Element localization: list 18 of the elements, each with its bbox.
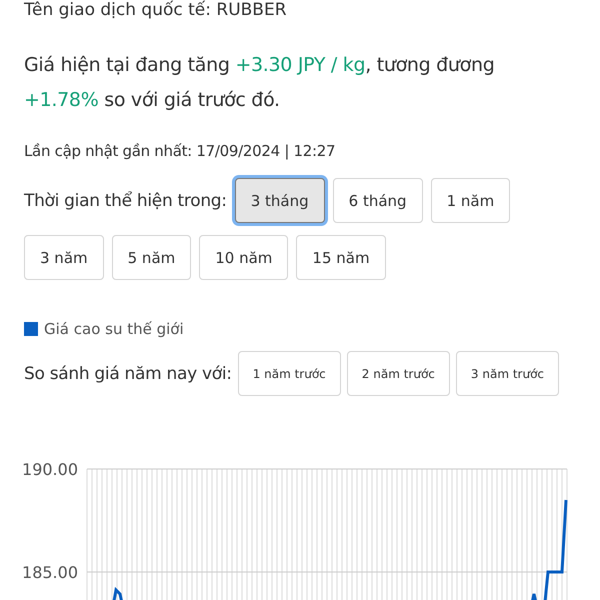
period-button[interactable]: 3 tháng (234, 178, 325, 223)
legend-label: Giá cao su thế giới (44, 320, 184, 338)
compare-button[interactable]: 3 năm trước (456, 351, 560, 396)
compare-button[interactable]: 1 năm trước (238, 351, 341, 396)
period-button[interactable]: 15 năm (296, 235, 386, 280)
price-change-text: Giá hiện tại đang tăng +3.30 JPY / kg, tương đương +1.78% so với giá trước đó. (24, 53, 496, 113)
period-label: Thời gian thể hiện trong: (24, 190, 227, 210)
y-axis-label: 185.00 (22, 563, 78, 582)
period-button[interactable]: 1 năm (430, 178, 510, 223)
compare-label: So sánh giá năm nay với: (24, 364, 232, 384)
last-update-text: Lần cập nhật gần nhất: 17/09/2024 | 12:27 (24, 142, 336, 160)
trading-name: Tên giao dịch quốc tế: RUBBER (24, 0, 288, 20)
period-button[interactable]: 6 tháng (332, 178, 423, 223)
period-button[interactable]: 5 năm (112, 235, 192, 280)
compare-button[interactable]: 2 năm trước (346, 351, 450, 396)
y-axis-label: 190.00 (22, 462, 78, 479)
period-button[interactable]: 3 năm (24, 235, 104, 280)
period-button[interactable]: 10 năm (199, 235, 288, 280)
